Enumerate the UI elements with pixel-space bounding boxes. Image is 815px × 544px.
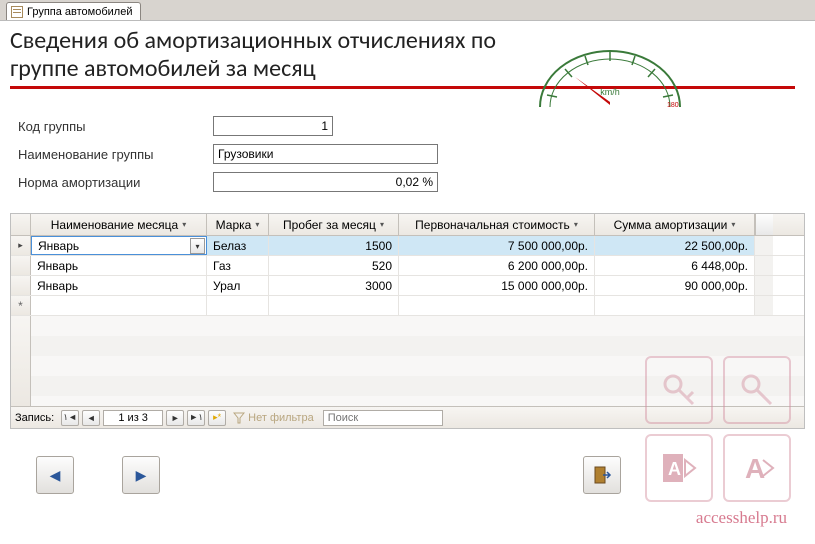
new-row[interactable] (11, 296, 804, 316)
row-selector[interactable]: ▸ (11, 236, 31, 255)
row-selector[interactable] (11, 276, 31, 295)
chevron-down-icon: ▾ (380, 220, 384, 229)
filter-indicator[interactable]: Нет фильтра (233, 412, 314, 424)
tab-group-auto[interactable]: Группа автомобилей (6, 2, 141, 20)
col-cost[interactable]: Первоначальная стоимость▾ (399, 214, 595, 235)
cell-cost[interactable]: 15 000 000,00р. (399, 276, 595, 295)
svg-text:A: A (668, 459, 681, 479)
svg-text:km/h: km/h (600, 87, 620, 97)
row-selector[interactable] (11, 256, 31, 275)
key-icon (723, 356, 791, 424)
nav-last-button[interactable]: ►١ (187, 410, 205, 426)
svg-text:180: 180 (667, 102, 679, 109)
nav-first-button[interactable]: ١◄ (61, 410, 79, 426)
cell-month[interactable]: Январь (31, 276, 207, 295)
cell-mileage[interactable]: 3000 (269, 276, 399, 295)
scroll-up-button[interactable] (755, 214, 773, 235)
field-block: Код группы Наименование группы Норма амо… (0, 89, 815, 213)
chevron-down-icon: ▾ (255, 220, 259, 229)
col-month[interactable]: Наименование месяца▾ (31, 214, 207, 235)
funnel-icon (233, 412, 245, 424)
cell-cost[interactable]: 6 200 000,00р. (399, 256, 595, 275)
watermark-text: accesshelp.ru (696, 508, 787, 528)
label-group-name: Наименование группы (18, 147, 213, 162)
record-position-input[interactable] (103, 410, 163, 426)
nav-prev-button[interactable]: ◄ (82, 410, 100, 426)
cell-brand[interactable]: Урал (207, 276, 269, 295)
page-title: Сведения об амортизационных отчислениях … (10, 27, 530, 82)
table-row[interactable]: ▸ Январь▾ Белаз 1500 7 500 000,00р. 22 5… (11, 236, 804, 256)
cell-month[interactable]: Январь▾ (31, 236, 207, 255)
cell-month[interactable]: Январь (31, 256, 207, 275)
nav-next-button[interactable]: ► (166, 410, 184, 426)
dropdown-button[interactable]: ▾ (190, 238, 205, 254)
chevron-down-icon: ▾ (731, 220, 735, 229)
cell-amort[interactable]: 6 448,00р. (595, 256, 755, 275)
select-all-cell[interactable] (11, 214, 31, 235)
col-mileage[interactable]: Пробег за месяц▾ (269, 214, 399, 235)
grid-rows: ▸ Январь▾ Белаз 1500 7 500 000,00р. 22 5… (11, 236, 804, 316)
header-area: Сведения об амортизационных отчислениях … (0, 21, 815, 82)
row-selector-new[interactable] (11, 296, 31, 315)
table-row[interactable]: Январь Газ 520 6 200 000,00р. 6 448,00р. (11, 256, 804, 276)
access-a-icon: A (645, 434, 713, 502)
prev-record-button[interactable]: ◀ (36, 456, 74, 494)
cell-mileage[interactable]: 520 (269, 256, 399, 275)
chevron-down-icon: ▾ (182, 220, 186, 229)
cell-brand[interactable]: Газ (207, 256, 269, 275)
speedometer-icon: km/h 180 (535, 47, 685, 113)
nav-new-button[interactable]: ▸* (208, 410, 226, 426)
cell-brand[interactable]: Белаз (207, 236, 269, 255)
search-input[interactable] (323, 410, 443, 426)
watermark-icons: A A (645, 356, 791, 502)
form-icon (11, 6, 23, 18)
label-amort-rate: Норма амортизации (18, 175, 213, 190)
cell-amort[interactable]: 90 000,00р. (595, 276, 755, 295)
input-group-code[interactable] (213, 116, 333, 136)
next-record-button[interactable]: ▶ (122, 456, 160, 494)
door-exit-icon (592, 465, 612, 485)
col-brand[interactable]: Марка▾ (207, 214, 269, 235)
svg-text:A: A (745, 453, 765, 484)
cell-mileage[interactable]: 1500 (269, 236, 399, 255)
form-nav-buttons: ◀ ▶ (36, 456, 160, 494)
key-icon (645, 356, 713, 424)
grid-header: Наименование месяца▾ Марка▾ Пробег за ме… (11, 214, 804, 236)
cell-amort[interactable]: 22 500,00р. (595, 236, 755, 255)
col-amort[interactable]: Сумма амортизации▾ (595, 214, 755, 235)
chevron-down-icon: ▾ (574, 220, 578, 229)
table-row[interactable]: Январь Урал 3000 15 000 000,00р. 90 000,… (11, 276, 804, 296)
label-group-code: Код группы (18, 119, 213, 134)
close-form-button[interactable] (583, 456, 621, 494)
input-group-name[interactable] (213, 144, 438, 164)
input-amort-rate[interactable] (213, 172, 438, 192)
tab-label: Группа автомобилей (27, 6, 132, 18)
access-a-icon: A (723, 434, 791, 502)
cell-cost[interactable]: 7 500 000,00р. (399, 236, 595, 255)
tab-bar: Группа автомобилей (0, 0, 815, 20)
record-label: Запись: (15, 412, 54, 424)
